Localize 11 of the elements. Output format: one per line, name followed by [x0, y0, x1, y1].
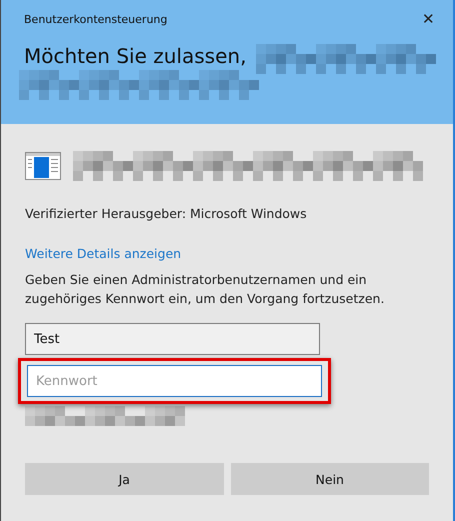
instructions-text: Geben Sie einen Administratorbenutzernamen und ein zugehöriges Kennwort ein, um den Vorgang fortzusetzen. — [25, 271, 386, 308]
window-title: Benutzerkontensteuerung — [24, 12, 168, 26]
program-window-icon — [25, 152, 61, 180]
password-field[interactable]: Kennwort — [27, 365, 322, 397]
dialog-button[interactable]: Ja — [25, 463, 224, 495]
username-field[interactable]: Test — [25, 323, 320, 355]
publisher-text: Verifizierter Herausgeber: Microsoft Windows — [25, 205, 308, 223]
prompt-heading: Möchten Sie zulassen, — [24, 44, 246, 68]
details-link[interactable]: Weitere Details anzeigen — [25, 246, 182, 261]
dialog-button[interactable]: Nein — [230, 463, 429, 495]
close-button[interactable]: ✕ — [418, 10, 439, 28]
